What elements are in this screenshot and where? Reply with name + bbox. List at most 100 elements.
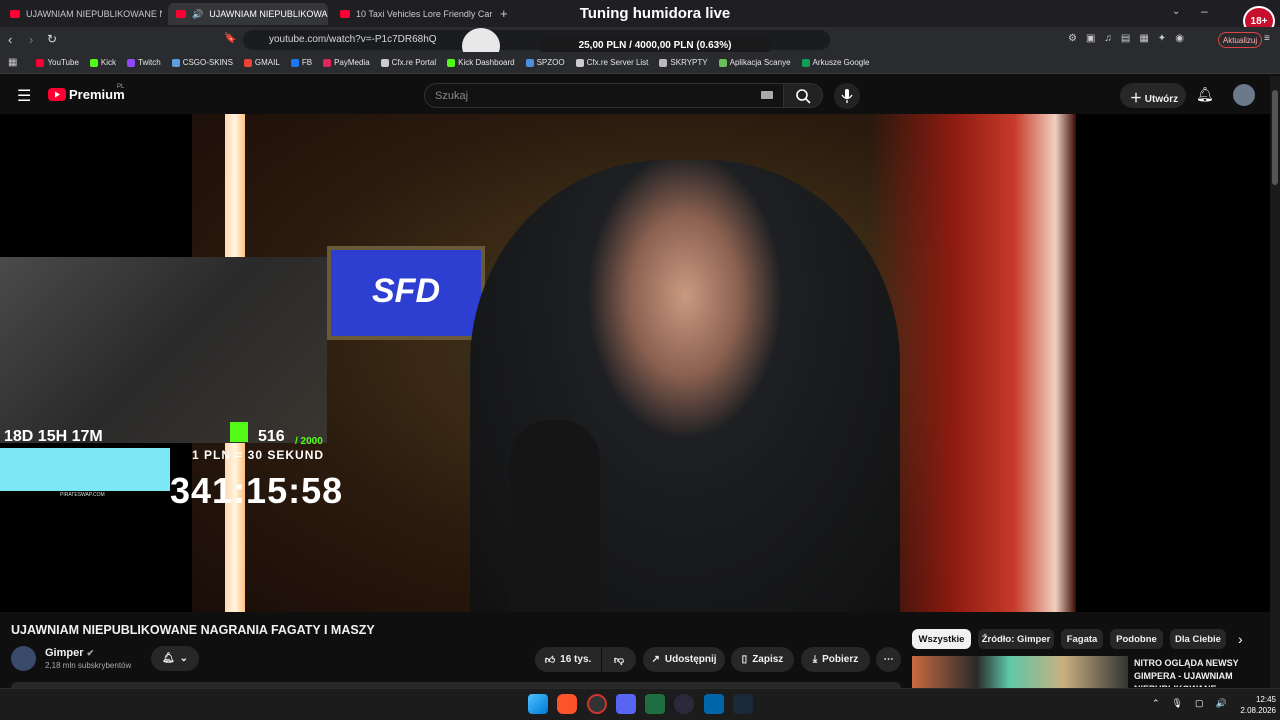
account-avatar[interactable] (1233, 84, 1255, 106)
keyboard-icon[interactable] (761, 91, 773, 99)
system-clock[interactable]: 12:45 2.08.2026 (1226, 694, 1276, 716)
youtube-logo-icon[interactable] (48, 88, 66, 101)
audio-icon: 🔊 (192, 8, 204, 19)
bookmark-label: SKRYPTY (670, 58, 708, 67)
bookmarks-bar: ▦ YouTube Kick Twitch CSGO-SKINS GMAIL F… (0, 52, 1280, 74)
bookmark-label: Cfx.re Server List (586, 58, 649, 67)
create-button[interactable]: ＋ Utwórz (1120, 83, 1186, 108)
excel-icon[interactable] (645, 694, 665, 714)
kick-subs-goal: / 2000 (295, 436, 323, 447)
tab-label: UJAWNIAM NIEPUBLIKOWAN (209, 9, 328, 19)
bookmark-icon[interactable]: 🔖 (224, 33, 236, 44)
create-label: Utwórz (1144, 94, 1179, 105)
subathon-remaining: 18D 15H 17M (4, 428, 103, 445)
bookmark-item[interactable]: SKRYPTY (659, 58, 708, 67)
tab-2-active[interactable]: 🔊 UJAWNIAM NIEPUBLIKOWAN ✕ (168, 3, 328, 25)
scrollbar-thumb[interactable] (1272, 90, 1278, 185)
tab-search-icon[interactable]: ⌄ (1172, 6, 1180, 17)
bookmark-label: PayMedia (334, 58, 370, 67)
back-icon[interactable]: ‹ (8, 32, 12, 47)
recommended-title[interactable]: NITRO OGLĄDA NEWSY GIMPERA - UJAWNIAM NI… (1134, 657, 1264, 687)
bookmark-item[interactable]: Arkusze Google (801, 58, 869, 67)
voice-search-button[interactable] (834, 83, 860, 109)
like-button[interactable]: 👍︎ 16 tys. (535, 647, 601, 672)
more-actions-button[interactable]: ⋯ (876, 647, 901, 672)
bookmark-item[interactable]: Kick (89, 58, 117, 67)
steam-icon[interactable] (733, 694, 753, 714)
sfd-sign: SFD (327, 246, 485, 340)
kick-subs-count: 516 (258, 428, 285, 445)
vscode-icon[interactable] (704, 694, 724, 714)
bookmark-item[interactable]: CSGO-SKINS (171, 58, 233, 67)
download-button[interactable]: ⤓ Pobierz (801, 647, 870, 672)
search-input[interactable]: Szukaj (424, 83, 784, 108)
bookmark-label: FB (301, 58, 313, 67)
paymedia-icon (323, 58, 332, 67)
tab-3[interactable]: 10 Taxi Vehicles Lore Friendly Cars GT ✕ (332, 3, 492, 25)
reload-icon[interactable]: ↻ (47, 32, 57, 46)
extensions-icons[interactable]: ⚙▣♫▤▦✦◉ (1068, 33, 1193, 44)
tab-1[interactable]: UJAWNIAM NIEPUBLIKOWANE NAGR (2, 3, 162, 25)
bookmark-item[interactable]: YouTube (36, 58, 79, 67)
new-tab-icon[interactable]: + (500, 6, 508, 21)
bookmark-label: SPZOO (536, 58, 565, 67)
twitch-icon (127, 58, 136, 67)
notifications-bell-icon[interactable]: 🔔︎ (1196, 86, 1214, 103)
subscription-bell-button[interactable]: 🔔︎ ⌄ (151, 646, 199, 671)
kick-icon (447, 58, 456, 67)
plus-icon: ＋ (1130, 91, 1143, 105)
bookmark-item[interactable]: Twitch (127, 58, 161, 67)
forward-icon[interactable]: › (29, 32, 33, 47)
start-icon[interactable] (528, 694, 548, 714)
apps-grid-icon[interactable]: ▦ (8, 57, 17, 68)
search-button[interactable] (783, 83, 823, 108)
save-button[interactable]: ▯ Zapisz (731, 647, 794, 672)
share-icon: ↗ (651, 654, 660, 665)
studio-microphone (510, 420, 600, 612)
brave-browser-icon[interactable] (557, 694, 577, 714)
bookmark-item[interactable]: SPZOO (525, 58, 565, 67)
hamburger-menu-icon[interactable]: ☰ (17, 86, 31, 106)
bookmark-item[interactable]: Kick Dashboard (447, 58, 515, 67)
sheets-icon (801, 58, 810, 67)
update-button[interactable]: Aktualizuj (1218, 32, 1262, 48)
chevron-right-icon[interactable]: › (1238, 631, 1243, 647)
minimize-icon[interactable]: – (1201, 4, 1208, 18)
share-button[interactable]: ↗ Udostępnij (643, 647, 725, 672)
bookmark-label: Kick (100, 58, 117, 67)
obs-icon[interactable] (674, 694, 694, 714)
cfx-icon (575, 58, 584, 67)
thumbs-up-icon: 👍︎ (544, 654, 556, 666)
menu-icon[interactable]: ≡ (1264, 33, 1270, 44)
bookmark-item[interactable]: Cfx.re Server List (575, 58, 649, 67)
bookmark-item[interactable]: Aplikacja Scanye (718, 58, 791, 67)
bookmark-item[interactable]: Cfx.re Portal (380, 58, 436, 67)
chip-for-you[interactable]: Dla Ciebie (1170, 629, 1226, 649)
sponsor-label: PIRATESWAP.COM (60, 492, 105, 498)
bookmark-item[interactable]: FB (290, 58, 313, 67)
bell-icon: 🔔︎ (161, 653, 175, 664)
bookmark-label: Kick Dashboard (458, 58, 515, 67)
chip-all[interactable]: Wszystkie (912, 629, 971, 649)
youtube-icon (36, 58, 45, 67)
chip-fagata[interactable]: Fagata (1061, 629, 1103, 649)
scripts-icon (659, 58, 668, 67)
channel-name-text: Gimper (45, 647, 84, 659)
bookmark-item[interactable]: GMAIL (243, 58, 280, 67)
channel-avatar[interactable] (11, 646, 36, 671)
url-text: youtube.com/watch?v=-P1c7DR68hQ (269, 34, 437, 45)
discord-icon[interactable] (616, 694, 636, 714)
region-code: PL (117, 84, 125, 90)
chip-source[interactable]: Źródło: Gimper (978, 629, 1054, 649)
chip-similar[interactable]: Podobne (1110, 629, 1163, 649)
like-count: 16 tys. (560, 654, 592, 665)
mic-icon (841, 89, 853, 103)
save-label: Zapisz (752, 654, 784, 665)
thumbs-down-icon: 👎︎ (613, 654, 625, 666)
app-icon[interactable] (587, 694, 607, 714)
search-placeholder: Szukaj (435, 90, 469, 102)
csgo-icon (171, 58, 180, 67)
bookmark-item[interactable]: PayMedia (323, 58, 370, 67)
channel-name[interactable]: Gimper ✔ (45, 647, 94, 659)
dislike-button[interactable]: 👎︎ (602, 647, 636, 672)
